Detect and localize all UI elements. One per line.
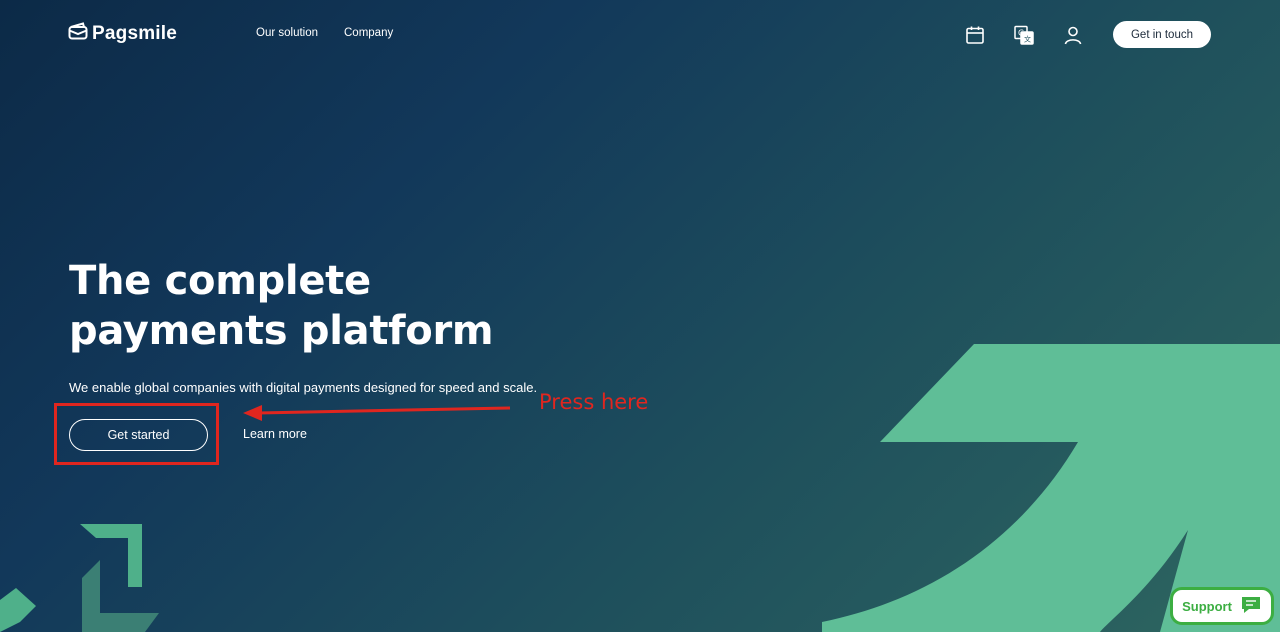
- hero-title-line1: The complete: [69, 258, 371, 304]
- translate-icon[interactable]: G 文: [1013, 24, 1035, 46]
- wallet-icon: [68, 22, 88, 46]
- chat-icon: [1240, 595, 1262, 618]
- annotation-arrow-line: [257, 406, 511, 415]
- nav-our-solution[interactable]: Our solution: [256, 27, 318, 39]
- hero-title: The complete payments platform: [69, 256, 529, 356]
- annotation-highlight-box: [54, 403, 219, 465]
- svg-text:文: 文: [1024, 35, 1031, 44]
- hero-subtitle: We enable global companies with digital …: [69, 380, 538, 395]
- annotation-arrow-head: [243, 405, 262, 421]
- hero-title-line2: payments platform: [69, 308, 494, 354]
- edge-chevron: [0, 588, 36, 632]
- brand-name: Pagsmile: [92, 23, 178, 44]
- calendar-icon[interactable]: [964, 24, 986, 46]
- learn-more-link[interactable]: Learn more: [243, 427, 307, 441]
- corner-arrow-dark: [82, 560, 159, 632]
- annotation-label: Press here: [539, 390, 649, 414]
- user-icon[interactable]: [1062, 24, 1084, 46]
- support-label: Support: [1182, 598, 1232, 614]
- get-in-touch-button[interactable]: Get in touch: [1113, 21, 1211, 48]
- support-widget-button[interactable]: Support: [1170, 587, 1274, 625]
- nav-company[interactable]: Company: [344, 27, 393, 39]
- brand-logo[interactable]: Pagsmile: [68, 22, 177, 46]
